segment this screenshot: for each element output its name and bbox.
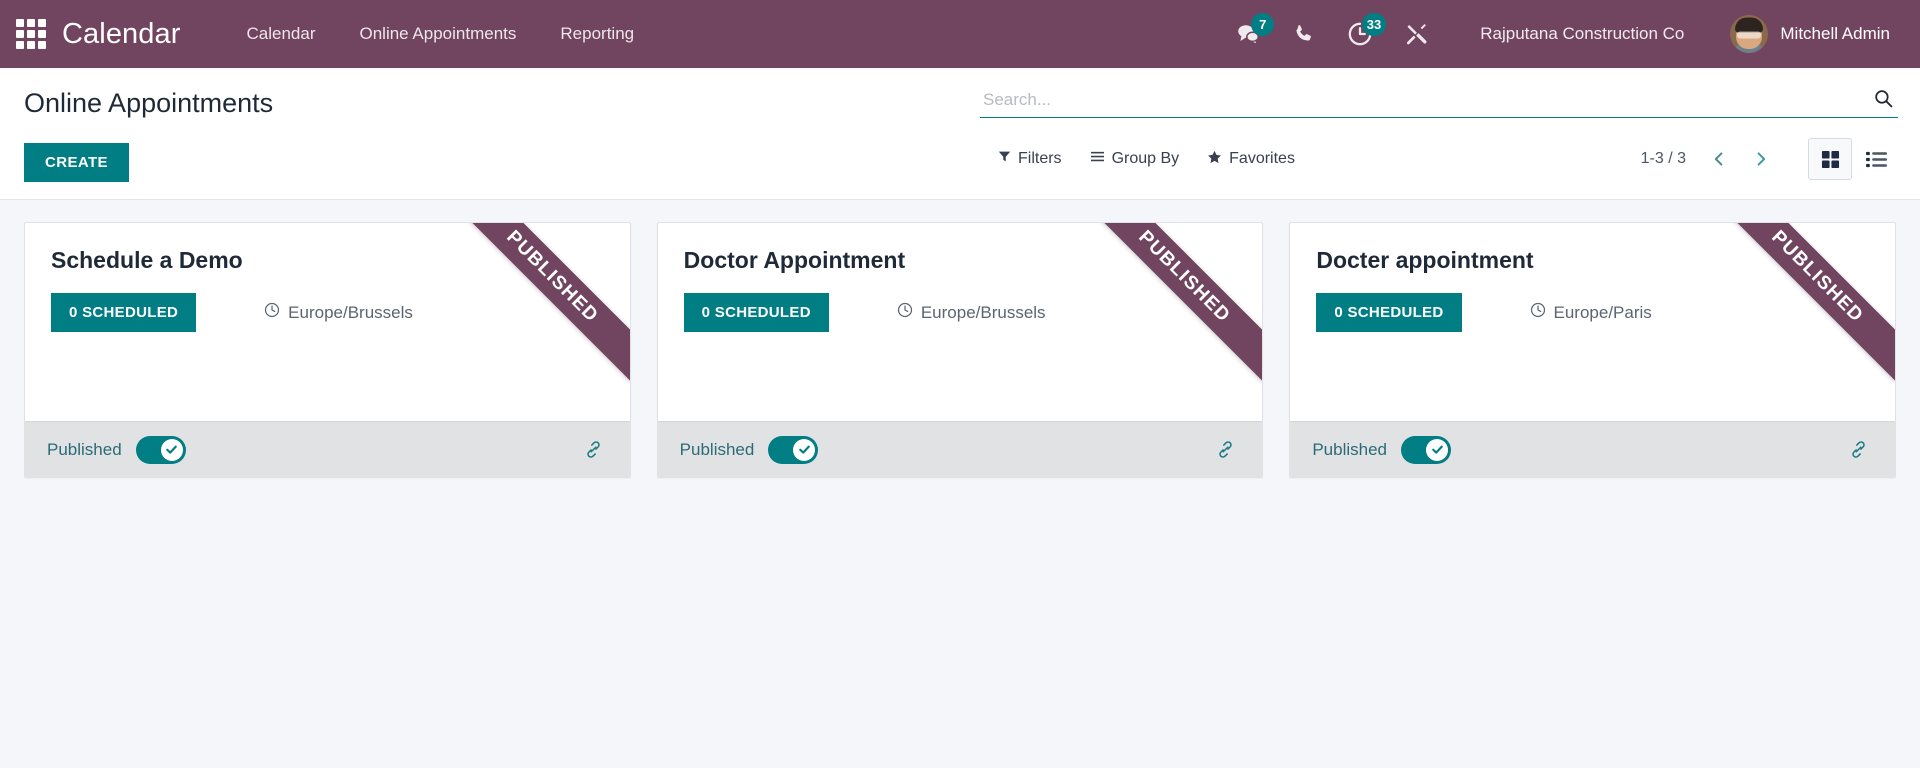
published-toggle[interactable]: [768, 435, 819, 464]
published-label: Published: [47, 439, 122, 459]
published-toggle[interactable]: [1401, 435, 1452, 464]
main-menu: Calendar Online Appointments Reporting: [225, 14, 657, 54]
facets-row: Filters Group By Favorites 1-3 / 3: [984, 138, 1898, 180]
create-button[interactable]: CREATE: [24, 143, 129, 182]
publish-control: Published: [679, 435, 819, 464]
kanban-card[interactable]: Docter appointment 0 SCHEDULED Europe/Pa…: [1289, 222, 1897, 478]
clock-icon: [264, 302, 280, 323]
control-panel: Online Appointments CREATE Search... Fil…: [0, 68, 1920, 200]
card-body: Doctor Appointment 0 SCHEDULED Europe/Br…: [658, 223, 1263, 421]
app-brand-calendar[interactable]: Calendar: [62, 18, 181, 51]
card-body: Schedule a Demo 0 SCHEDULED Europe/Bruss…: [25, 223, 630, 421]
toggle-knob: [1426, 438, 1449, 461]
top-navbar: Calendar Calendar Online Appointments Re…: [0, 0, 1920, 68]
card-title: Schedule a Demo: [51, 247, 243, 273]
chevron-left-icon[interactable]: [1700, 140, 1738, 178]
search-icon[interactable]: [1865, 88, 1898, 110]
chain-link-icon[interactable]: [579, 435, 608, 464]
clock-icon: [1530, 302, 1546, 323]
group-by-label: Group By: [1111, 150, 1180, 167]
published-label: Published: [1312, 439, 1388, 459]
card-footer: Published: [1290, 421, 1896, 477]
menu-item-calendar[interactable]: Calendar: [225, 14, 338, 54]
card-info-row: 0 SCHEDULED Europe/Paris: [1316, 293, 1869, 333]
systray: 7 33: [1220, 10, 1444, 58]
favorites-label: Favorites: [1229, 150, 1295, 167]
control-panel-right: Filters Group By: [980, 68, 1898, 199]
pager-count[interactable]: 1-3 / 3: [1631, 150, 1696, 168]
kanban-view-icon[interactable]: [1808, 138, 1852, 180]
messages-icon[interactable]: 7: [1220, 10, 1276, 58]
user-avatar: [1730, 15, 1769, 53]
user-menu[interactable]: Mitchell Admin: [1720, 9, 1898, 59]
kanban-card[interactable]: Doctor Appointment 0 SCHEDULED Europe/Br…: [656, 222, 1264, 478]
menu-item-reporting[interactable]: Reporting: [538, 14, 656, 54]
timezone-label: Europe/Paris: [1553, 302, 1652, 322]
published-label: Published: [679, 439, 755, 459]
scheduled-count-button[interactable]: 0 SCHEDULED: [51, 293, 197, 333]
messages-badge: 7: [1251, 13, 1275, 36]
timezone-label: Europe/Brussels: [920, 302, 1046, 322]
company-switcher[interactable]: Rajputana Construction Co: [1462, 14, 1702, 54]
filter-funnel-icon: [998, 150, 1011, 168]
published-toggle[interactable]: [135, 435, 186, 464]
card-footer: Published: [25, 421, 630, 477]
kanban-view: Schedule a Demo 0 SCHEDULED Europe/Bruss…: [0, 200, 1920, 478]
card-info-row: 0 SCHEDULED Europe/Brussels: [51, 293, 604, 333]
view-switcher: [1808, 138, 1898, 180]
search-bar[interactable]: [980, 88, 1898, 118]
kanban-card[interactable]: Schedule a Demo 0 SCHEDULED Europe/Bruss…: [24, 222, 631, 478]
card-timezone: Europe/Paris: [1530, 302, 1652, 323]
group-by-dropdown[interactable]: Group By: [1076, 141, 1194, 177]
timezone-label: Europe/Brussels: [288, 302, 413, 322]
chain-link-icon[interactable]: [1211, 435, 1240, 464]
user-name-label: Mitchell Admin: [1780, 24, 1890, 43]
toggle-knob: [793, 438, 816, 461]
card-timezone: Europe/Brussels: [264, 302, 413, 323]
chain-link-icon[interactable]: [1844, 435, 1873, 464]
scheduled-count-button[interactable]: 0 SCHEDULED: [683, 293, 829, 333]
card-title: Docter appointment: [1316, 247, 1534, 273]
filters-dropdown[interactable]: Filters: [984, 141, 1076, 177]
phone-icon[interactable]: [1276, 10, 1332, 58]
publish-control: Published: [1312, 435, 1452, 464]
publish-control: Published: [47, 435, 186, 464]
list-view-icon[interactable]: [1854, 138, 1898, 180]
activities-clock-icon[interactable]: 33: [1332, 10, 1388, 58]
card-body: Docter appointment 0 SCHEDULED Europe/Pa…: [1290, 223, 1896, 421]
clock-icon: [897, 302, 913, 323]
favorites-star-icon: [1207, 150, 1222, 169]
tools-wrench-icon[interactable]: [1388, 10, 1444, 58]
card-info-row: 0 SCHEDULED Europe/Brussels: [683, 293, 1237, 333]
card-title: Doctor Appointment: [683, 247, 906, 273]
page-title: Online Appointments: [24, 88, 274, 118]
card-footer: Published: [657, 421, 1263, 477]
control-panel-left: Online Appointments CREATE: [24, 68, 984, 199]
card-timezone: Europe/Brussels: [897, 302, 1046, 323]
apps-grid-icon[interactable]: [14, 17, 48, 51]
group-by-lines-icon: [1090, 150, 1105, 168]
search-input[interactable]: [980, 90, 1865, 110]
scheduled-count-button[interactable]: 0 SCHEDULED: [1316, 293, 1462, 333]
toggle-knob: [160, 438, 183, 461]
pager: 1-3 / 3: [1631, 138, 1898, 180]
filter-group: Filters Group By Favorites: [984, 141, 1309, 178]
activities-badge: 33: [1361, 13, 1387, 36]
chevron-right-icon[interactable]: [1742, 140, 1780, 178]
favorites-dropdown[interactable]: Favorites: [1193, 141, 1309, 178]
menu-item-online-appointments[interactable]: Online Appointments: [338, 14, 539, 54]
filters-label: Filters: [1018, 150, 1062, 167]
